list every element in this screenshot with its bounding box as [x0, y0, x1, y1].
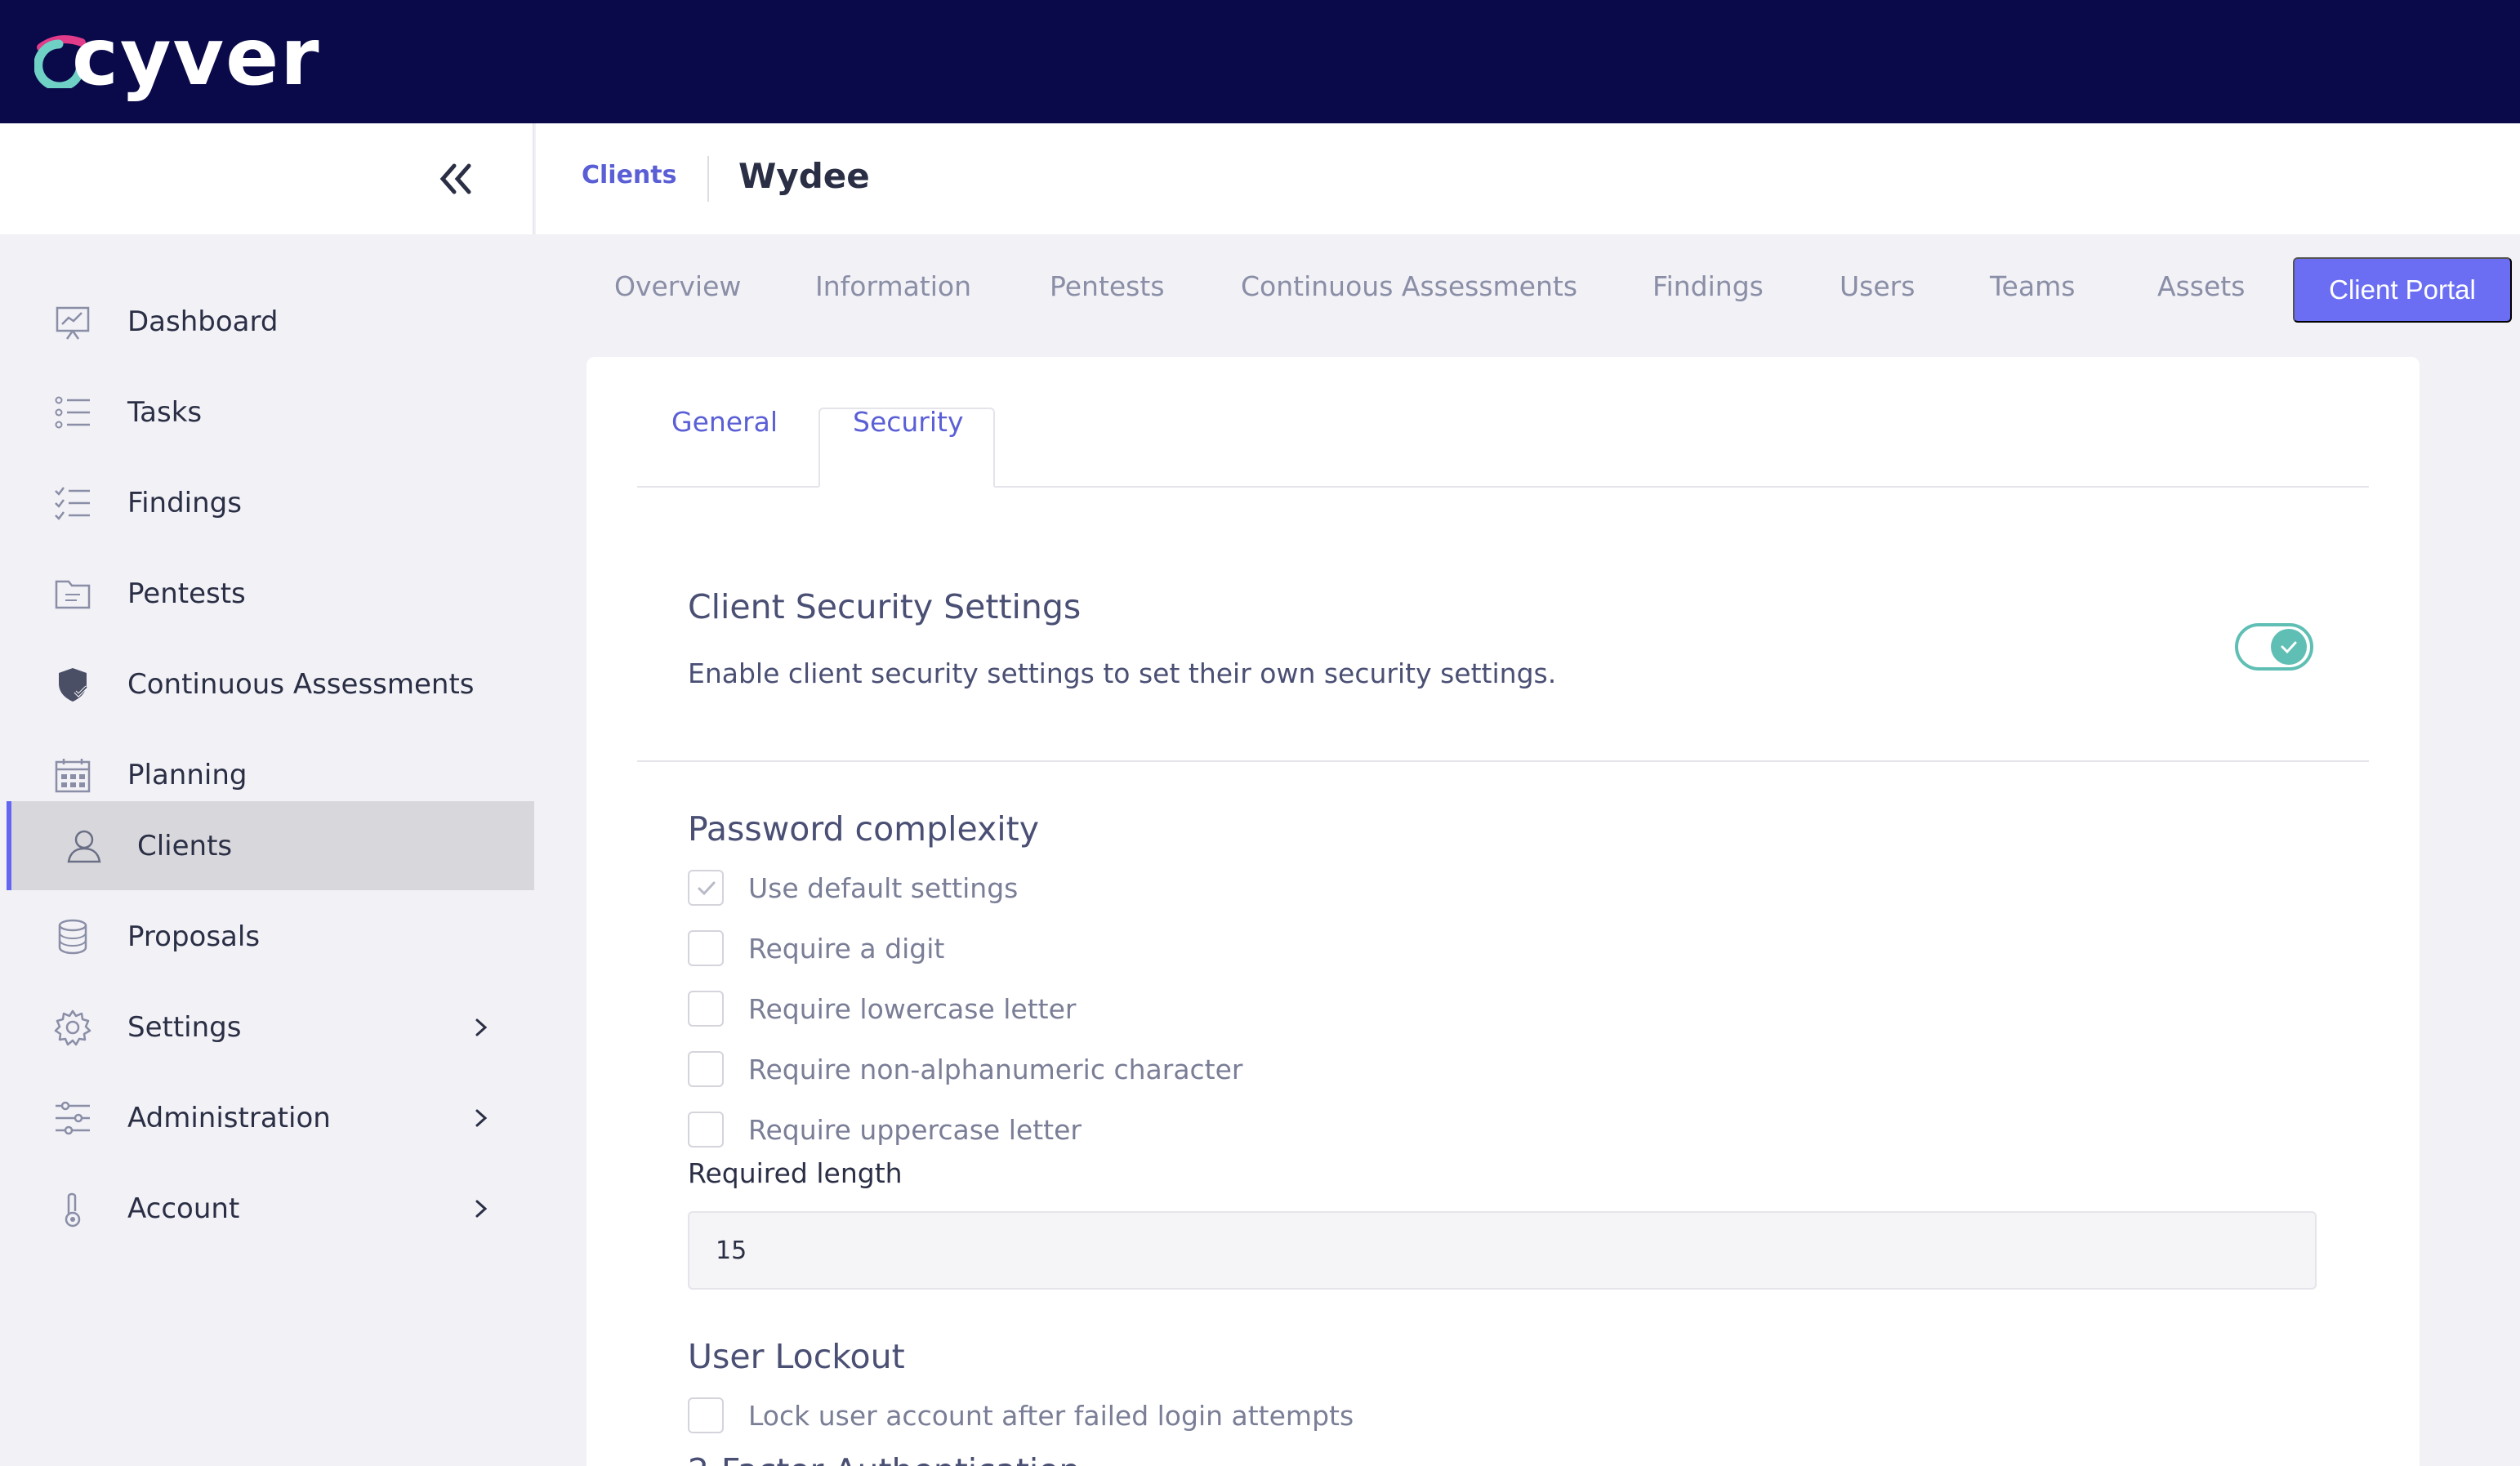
tab-teams[interactable]: Teams [1990, 270, 2075, 302]
sidebar-item-label: Pentests [127, 577, 246, 610]
sidebar-item-clients[interactable]: Clients [7, 801, 534, 890]
subtab-security[interactable]: Security [853, 406, 964, 438]
app-logo[interactable]: cyver [33, 11, 319, 103]
checkbox-require-digit[interactable] [688, 930, 724, 966]
tab-pentests[interactable]: Pentests [1050, 270, 1165, 302]
option-require-uppercase[interactable]: Require uppercase letter [688, 1111, 1082, 1148]
sidebar-item-label: Dashboard [127, 305, 279, 338]
top-bar: cyver [0, 0, 2520, 123]
breadcrumb-separator [707, 156, 709, 202]
sidebar-item-label: Continuous Assessments [127, 667, 475, 701]
option-label: Use default settings [748, 871, 1019, 904]
sidebar-item-pentests[interactable]: Pentests [7, 549, 534, 638]
security-settings-card: General Security Client Security Setting… [587, 357, 2420, 1466]
shield-icon [59, 668, 88, 702]
tab-continuous-assessments[interactable]: Continuous Assessments [1241, 270, 1577, 302]
option-lock-user-account[interactable]: Lock user account after failed login att… [688, 1397, 1354, 1434]
sidebar-item-administration[interactable]: Administration [7, 1073, 534, 1162]
sidebar-item-label: Settings [127, 1010, 242, 1044]
logo-text: cyver [72, 11, 321, 103]
sidebar: Dashboard Tasks Findings Pentests Contin… [0, 234, 534, 1466]
section-divider [637, 760, 2369, 762]
option-require-digit[interactable]: Require a digit [688, 929, 944, 967]
sidebar-item-label: Findings [127, 486, 242, 519]
chevron-right-icon[interactable] [469, 1014, 493, 1041]
chart-icon [56, 306, 90, 340]
checkbox-require-non-alphanumeric[interactable] [688, 1051, 724, 1087]
option-label: Require lowercase letter [748, 992, 1077, 1025]
sidebar-item-label: Planning [127, 758, 248, 791]
calendar-icon [55, 759, 91, 793]
sidebar-item-label: Tasks [127, 395, 203, 429]
option-label: Require non-alphanumeric character [748, 1053, 1243, 1085]
option-label: Require uppercase letter [748, 1113, 1082, 1146]
section-title-client-security: Client Security Settings [688, 587, 1082, 626]
required-length-input[interactable] [688, 1211, 2317, 1290]
tab-findings[interactable]: Findings [1652, 270, 1764, 302]
option-require-non-alphanumeric[interactable]: Require non-alphanumeric character [688, 1050, 1243, 1088]
sidebar-item-account[interactable]: Account [7, 1164, 534, 1253]
page-title: Wydee [738, 156, 870, 196]
option-use-default-settings[interactable]: Use default settings [688, 869, 1018, 907]
sidebar-item-proposals[interactable]: Proposals [7, 892, 534, 981]
list-icon [55, 396, 90, 429]
checkbox-require-lowercase[interactable] [688, 991, 724, 1027]
checkmark-icon [698, 881, 716, 896]
user-icon [67, 830, 101, 863]
sidebar-item-tasks[interactable]: Tasks [7, 368, 534, 457]
chevron-right-icon[interactable] [469, 1104, 493, 1132]
checkbox-use-default[interactable] [688, 870, 724, 906]
client-security-toggle[interactable] [2235, 623, 2313, 671]
required-length-label: Required length [688, 1157, 903, 1189]
sidebar-header [0, 123, 534, 234]
checkbox-require-uppercase[interactable] [688, 1112, 724, 1147]
double-chevron-left-icon[interactable] [433, 153, 482, 205]
subtab-general[interactable]: General [671, 406, 778, 438]
sidebar-item-findings[interactable]: Findings [7, 458, 534, 547]
breadcrumb-clients-link[interactable]: Clients [582, 161, 676, 189]
sidebar-item-label: Clients [137, 829, 233, 862]
chevron-right-icon[interactable] [469, 1195, 493, 1223]
option-label: Require a digit [748, 932, 945, 965]
sliders-icon [56, 1101, 90, 1135]
tab-overview[interactable]: Overview [614, 270, 741, 302]
sidebar-item-dashboard[interactable]: Dashboard [7, 277, 534, 366]
checklist-icon [55, 487, 90, 520]
folder-icon [55, 580, 91, 609]
sidebar-item-settings[interactable]: Settings [7, 983, 534, 1072]
client-portal-button[interactable]: Client Portal [2293, 257, 2512, 323]
section-title-user-lockout: User Lockout [688, 1337, 905, 1376]
tab-information[interactable]: Information [815, 270, 971, 302]
tab-users[interactable]: Users [1840, 270, 1915, 302]
gear-icon [54, 1009, 91, 1046]
sidebar-item-label: Proposals [127, 920, 261, 953]
section-title-password-complexity: Password complexity [688, 809, 1040, 849]
tab-assets[interactable]: Assets [2157, 270, 2245, 302]
sidebar-item-label: Account [127, 1192, 240, 1225]
coins-icon [58, 919, 87, 955]
option-require-lowercase[interactable]: Require lowercase letter [688, 990, 1076, 1027]
section-title-two-factor: 2-Factor Authentication [688, 1451, 1080, 1466]
sidebar-item-continuous-assessments[interactable]: Continuous Assessments [7, 639, 534, 729]
fingerprint-icon [65, 1192, 81, 1228]
section-description: Enable client security settings to set t… [688, 657, 1557, 689]
sidebar-item-label: Administration [127, 1101, 331, 1134]
breadcrumb: Clients Wydee [536, 123, 2520, 234]
option-label: Lock user account after failed login att… [748, 1399, 1354, 1432]
client-tabs: Overview Information Pentests Continuous… [588, 234, 2520, 332]
checkbox-lock-account[interactable] [688, 1397, 724, 1433]
